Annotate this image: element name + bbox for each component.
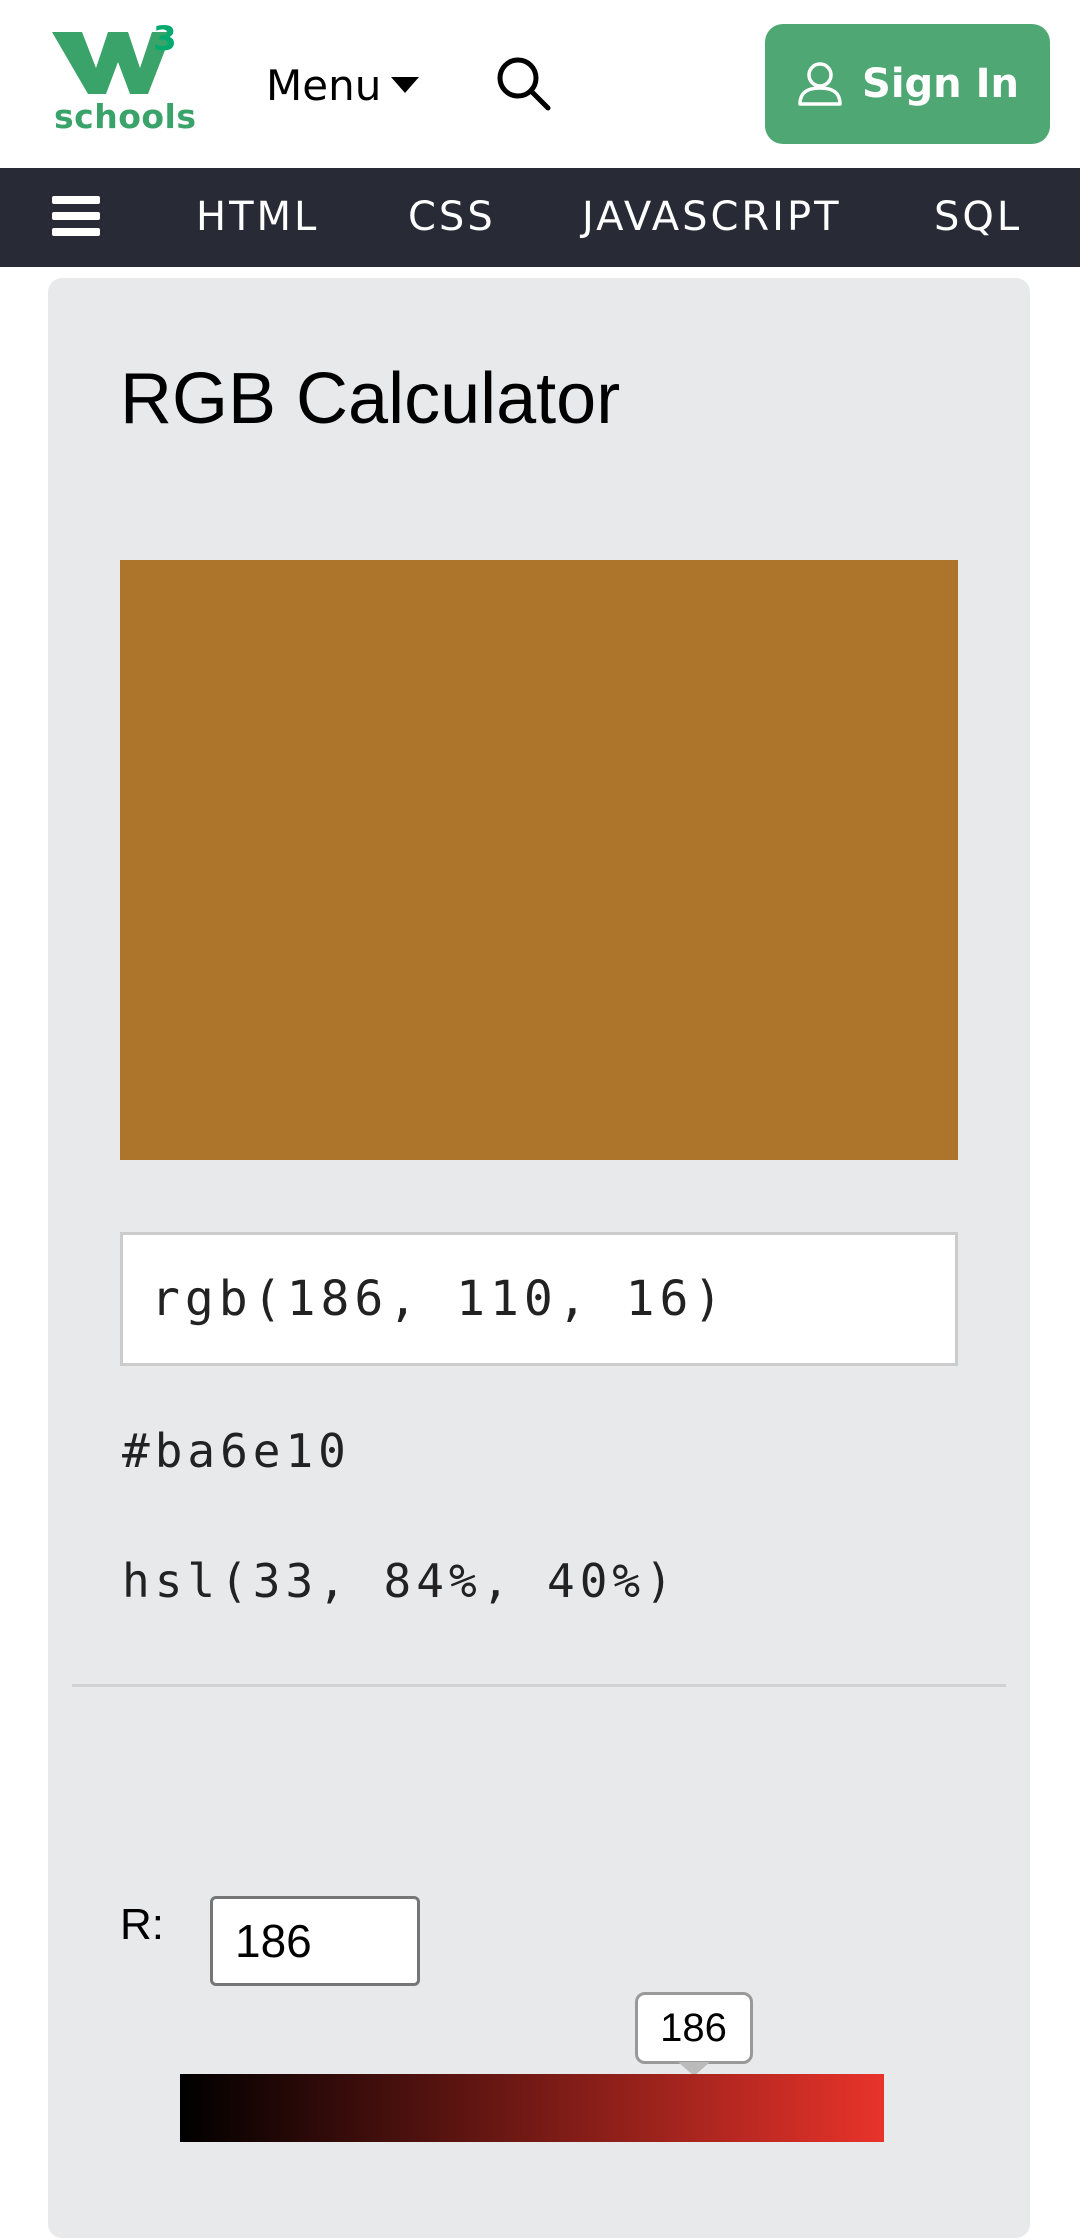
- nav-item-javascript[interactable]: JAVASCRIPT: [582, 168, 842, 267]
- nav-item-sql[interactable]: SQL: [934, 168, 1022, 267]
- top-header: 3 schools Menu Sign In: [0, 0, 1080, 168]
- menu-button[interactable]: Menu: [266, 58, 420, 112]
- topic-navbar: HTML CSS JAVASCRIPT SQL: [0, 168, 1080, 267]
- red-value-field[interactable]: [210, 1896, 420, 1986]
- menu-label: Menu: [266, 60, 382, 110]
- hex-value: #ba6e10: [122, 1424, 351, 1478]
- red-slider[interactable]: [180, 2074, 884, 2142]
- search-button[interactable]: [494, 54, 554, 114]
- page-title: RGB Calculator: [120, 359, 621, 439]
- calculator-card: RGB Calculator #ba6e10 hsl(33, 84%, 40%)…: [48, 278, 1030, 2238]
- nav-item-html[interactable]: HTML: [196, 168, 319, 267]
- rgb-value-field[interactable]: [120, 1232, 958, 1366]
- caret-down-icon: [391, 77, 420, 93]
- hamburger-menu-icon[interactable]: [52, 196, 100, 240]
- logo-text: schools: [54, 97, 197, 136]
- w3schools-logo[interactable]: 3 schools: [50, 19, 196, 140]
- logo-superscript: 3: [153, 19, 177, 59]
- user-icon: [798, 62, 842, 106]
- search-icon: [497, 57, 551, 111]
- nav-item-css[interactable]: CSS: [408, 168, 496, 267]
- color-preview-swatch: [120, 560, 958, 1160]
- sign-in-label: Sign In: [862, 61, 1019, 107]
- divider: [72, 1684, 1006, 1687]
- red-slider-tooltip: 186: [634, 1992, 753, 2064]
- sign-in-button[interactable]: Sign In: [765, 24, 1050, 144]
- red-label: R:: [120, 1900, 164, 1949]
- hsl-value: hsl(33, 84%, 40%): [122, 1554, 678, 1608]
